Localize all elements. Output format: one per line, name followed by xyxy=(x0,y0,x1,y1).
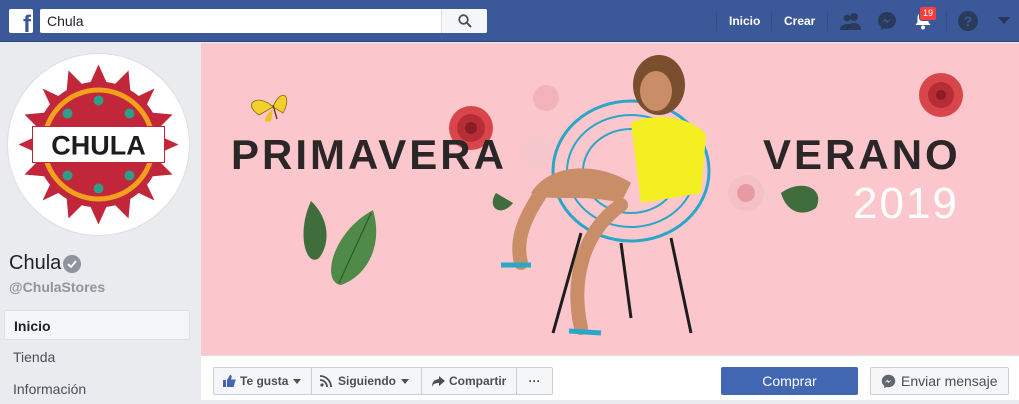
help-icon[interactable]: ? xyxy=(956,9,980,33)
friends-icon[interactable] xyxy=(839,9,863,33)
send-message-label: Enviar mensaje xyxy=(901,373,998,389)
rss-follow-icon xyxy=(320,375,332,387)
svg-text:CHULA: CHULA xyxy=(51,131,146,161)
svg-text:?: ? xyxy=(964,13,973,29)
model-figure xyxy=(501,55,706,336)
sidebar-item-tienda[interactable]: Tienda xyxy=(4,342,190,372)
buy-button-label: Comprar xyxy=(762,373,817,389)
profile-picture[interactable]: CHULA xyxy=(8,54,189,235)
verified-badge-icon xyxy=(63,255,81,273)
top-navigation-bar: f Inicio Crear 19 ? xyxy=(0,0,1019,42)
search-input[interactable] xyxy=(40,9,440,33)
like-button[interactable]: Te gusta xyxy=(213,367,312,395)
sidebar-item-inicio[interactable]: Inicio xyxy=(4,310,190,340)
messenger-icon xyxy=(881,374,896,388)
follow-button[interactable]: Siguiendo xyxy=(311,367,422,395)
share-button[interactable]: Compartir xyxy=(421,367,517,395)
chevron-down-icon xyxy=(293,378,302,384)
nav-divider xyxy=(716,11,717,31)
facebook-logo-icon[interactable]: f xyxy=(9,9,33,33)
nav-divider xyxy=(771,11,772,31)
send-message-button[interactable]: Enviar mensaje xyxy=(870,367,1009,395)
leaf-icon xyxy=(303,201,377,285)
page-username[interactable]: @ChulaStores xyxy=(9,279,105,295)
like-button-label: Te gusta xyxy=(240,374,289,388)
cover-title-left: PRIMAVERA xyxy=(231,131,507,178)
butterfly-icon xyxy=(251,94,288,122)
chula-mandala-logo: CHULA xyxy=(18,64,179,225)
more-options-button[interactable]: ··· xyxy=(516,367,553,395)
page-left-column: CHULA Chula @ChulaStores Inicio Tienda I… xyxy=(0,43,201,400)
page-title[interactable]: Chula xyxy=(9,252,61,275)
buy-button[interactable]: Comprar xyxy=(721,367,858,395)
notifications-count-badge: 19 xyxy=(919,6,938,21)
search-button[interactable] xyxy=(441,9,487,33)
thumbs-up-icon xyxy=(223,375,236,387)
follow-button-label: Siguiendo xyxy=(338,374,396,388)
cover-title-right: VERANO xyxy=(763,131,961,178)
search-icon xyxy=(457,14,472,28)
nav-create-link[interactable]: Crear xyxy=(784,0,815,42)
chevron-down-icon xyxy=(401,378,409,384)
search-box xyxy=(40,9,487,33)
share-button-label: Compartir xyxy=(449,374,507,388)
cover-photo[interactable]: PRIMAVERA VERANO 2019 xyxy=(201,43,1019,355)
nav-home-link[interactable]: Inicio xyxy=(729,0,760,42)
cover-year: 2019 xyxy=(853,179,959,228)
nav-divider xyxy=(827,11,828,31)
account-menu-chevron-down-icon[interactable] xyxy=(992,9,1016,33)
messenger-icon[interactable] xyxy=(875,9,899,33)
share-arrow-icon xyxy=(432,375,445,387)
more-dots-icon: ··· xyxy=(528,374,541,388)
nav-divider xyxy=(946,11,947,31)
